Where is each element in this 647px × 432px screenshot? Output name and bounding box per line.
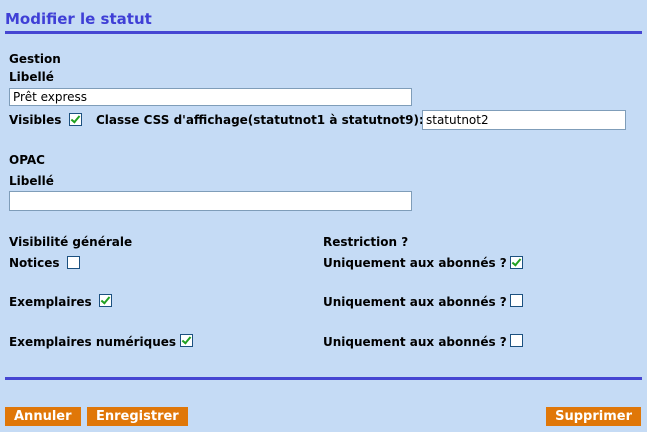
opac-libelle-label: Libellé (9, 174, 54, 188)
exemplaires-numeriques-restriction-label: Uniquement aux abonnés ? (323, 335, 507, 349)
save-button[interactable]: Enregistrer (87, 407, 188, 426)
cancel-button[interactable]: Annuler (5, 407, 81, 426)
exemplaires-restriction-checkbox[interactable] (510, 294, 523, 307)
footer-rule (5, 377, 642, 380)
notices-label: Notices (9, 256, 60, 270)
css-class-label: Classe CSS d'affichage(statutnot1 à stat… (96, 113, 424, 127)
gestion-section-label: Gestion (9, 52, 61, 66)
exemplaires-label: Exemplaires (9, 295, 92, 309)
opac-section-label: OPAC (9, 153, 45, 167)
notices-restriction-label: Uniquement aux abonnés ? (323, 256, 507, 270)
delete-button[interactable]: Supprimer (546, 407, 641, 426)
exemplaires-numeriques-label: Exemplaires numériques (9, 335, 177, 349)
exemplaires-restriction-label: Uniquement aux abonnés ? (323, 295, 507, 309)
exemplaires-numeriques-restriction-checkbox[interactable] (510, 334, 523, 347)
gestion-libelle-label: Libellé (9, 70, 54, 84)
restriction-header: Restriction ? (323, 235, 409, 249)
opac-libelle-input[interactable] (9, 191, 412, 211)
page-title: Modifier le statut (5, 10, 152, 28)
notices-checkbox[interactable] (67, 256, 80, 269)
notices-restriction-checkbox[interactable] (510, 256, 523, 269)
exemplaires-checkbox[interactable] (99, 294, 112, 307)
css-class-input[interactable] (422, 110, 626, 130)
visibles-checkbox[interactable] (69, 113, 82, 126)
exemplaires-numeriques-checkbox[interactable] (180, 334, 193, 347)
gestion-libelle-input[interactable] (9, 88, 412, 106)
visibility-header: Visibilité générale (9, 235, 133, 249)
visibles-label: Visibles (9, 113, 62, 127)
header-rule (5, 31, 642, 34)
